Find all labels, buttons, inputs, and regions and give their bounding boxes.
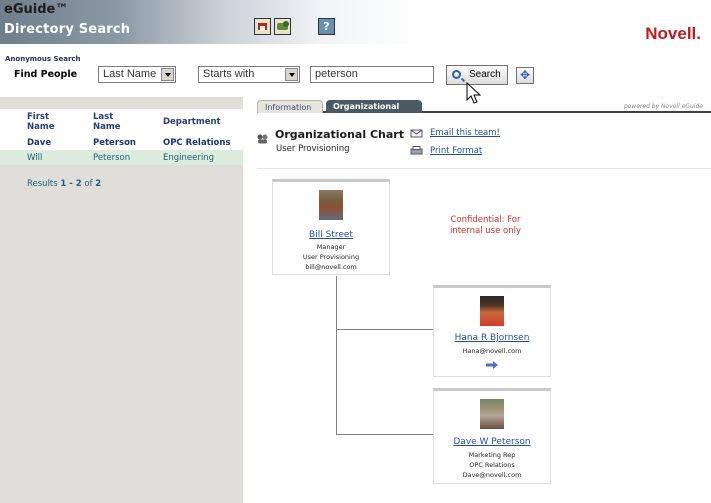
tab-organizational-chart[interactable]: Organizational Chart	[326, 100, 422, 124]
product-subtitle: Directory Search	[4, 22, 131, 37]
column-header-department[interactable]: Department	[135, 109, 243, 135]
product-title: eGuide™	[4, 2, 69, 17]
person-photo[interactable]	[319, 190, 343, 220]
table-row[interactable]: Will Peterson Engineering	[0, 150, 243, 165]
search-mode-label: Anonymous Search	[5, 55, 81, 63]
person-name-link[interactable]: Dave W Peterson	[434, 437, 550, 447]
search-operator-select[interactable]: Starts with	[198, 66, 300, 83]
cell-first-name[interactable]: Dave	[0, 135, 66, 150]
search-icon	[452, 70, 461, 79]
org-connector-line	[336, 329, 433, 330]
expand-icon: ✥	[519, 68, 531, 82]
person-email: Hana@novell.com	[462, 347, 522, 355]
advanced-search-button[interactable]: ✥	[516, 67, 534, 84]
cell-last-name[interactable]: Peterson	[66, 135, 136, 150]
org-connector-line	[336, 434, 433, 435]
tab-information[interactable]: Information	[257, 100, 323, 113]
results-count: Results 1 - 2 of 2	[27, 179, 101, 189]
cell-last-name[interactable]: Peterson	[66, 150, 136, 165]
column-header-last-name[interactable]: Last Name	[66, 109, 136, 135]
cell-department[interactable]: Engineering	[135, 150, 243, 165]
org-chart-title: Organizational Chart	[275, 128, 404, 141]
search-operator-value: Starts with	[203, 68, 255, 80]
org-card-manager: Bill Street Manager User Provisioning bi…	[272, 179, 390, 275]
results-count-total: 2	[95, 179, 102, 189]
app-header: eGuide™ Directory Search ? Novell.	[0, 0, 711, 44]
print-format-link[interactable]: Print Format	[430, 146, 482, 156]
org-connector-line	[336, 276, 337, 435]
person-photo[interactable]	[480, 399, 504, 429]
chevron-down-icon[interactable]	[285, 68, 298, 81]
person-email: Dave@novell.com	[462, 471, 522, 479]
results-count-range: 1 - 2	[60, 179, 82, 189]
column-header-first-name[interactable]: First Name	[0, 109, 66, 135]
results-header-row: First Name Last Name Department	[0, 109, 243, 135]
results-pane: First Name Last Name Department Dave Pet…	[0, 97, 243, 503]
print-icon[interactable]	[410, 146, 423, 156]
search-field-select[interactable]: Last Name	[98, 66, 176, 83]
person-name-link[interactable]: Hana R Bjornsen	[434, 333, 550, 343]
divider	[257, 168, 711, 169]
cell-department[interactable]: OPC Relations	[135, 135, 243, 150]
results-table: First Name Last Name Department Dave Pet…	[0, 109, 243, 165]
arrow-right-icon[interactable]	[486, 361, 498, 369]
search-button-label: Search	[469, 69, 501, 80]
find-people-label: Find People	[14, 69, 78, 80]
org-card-report: Dave W Peterson Marketing Rep OPC Relati…	[433, 388, 551, 484]
person-photo[interactable]	[480, 296, 504, 326]
email-icon[interactable]	[410, 128, 423, 138]
email-team-link[interactable]: Email this team!	[430, 128, 500, 138]
table-row[interactable]: Dave Peterson OPC Relations	[0, 135, 243, 150]
results-count-of: of	[84, 179, 93, 189]
person-department: User Provisioning	[302, 253, 360, 261]
person-title: Manager	[316, 243, 346, 251]
confidential-notice: Confidential: For internal use only	[449, 215, 522, 236]
chevron-down-icon[interactable]	[161, 68, 174, 81]
cart-icon[interactable]	[274, 18, 291, 35]
org-chart-subtitle: User Provisioning	[276, 144, 350, 154]
org-chart-icon	[257, 134, 268, 144]
results-count-prefix: Results	[27, 179, 58, 189]
search-input[interactable]: peterson	[310, 66, 434, 83]
home-icon[interactable]	[254, 18, 271, 35]
search-field-value: Last Name	[103, 68, 157, 80]
novell-logo: Novell.	[645, 24, 701, 43]
cell-first-name[interactable]: Will	[0, 150, 66, 165]
help-icon[interactable]: ?	[318, 18, 335, 35]
powered-by-label: powered by Novell eGuide	[623, 103, 703, 110]
person-title: Marketing Rep	[468, 451, 516, 459]
person-department: OPC Relations	[469, 461, 515, 469]
person-name-link[interactable]: Bill Street	[273, 230, 389, 240]
person-email: bill@novell.com	[305, 263, 357, 271]
